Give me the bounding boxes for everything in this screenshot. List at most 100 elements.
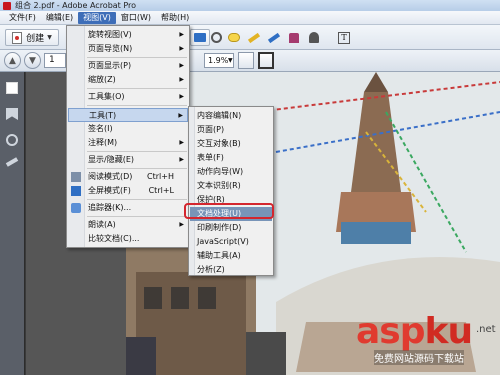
menu-separator: [87, 57, 187, 58]
previous-page-button[interactable]: ▲: [4, 52, 21, 69]
menu-separator: [87, 88, 187, 89]
tools-menu-item[interactable]: 动作向导(W): [190, 165, 272, 179]
comment-button[interactable]: [224, 29, 244, 46]
view-menu-item[interactable]: 注释(M) ▶: [68, 136, 188, 150]
watermark-logo-main: asp: [356, 311, 425, 352]
tools-menu-item[interactable]: 印刷制作(D): [190, 221, 272, 235]
menu-view[interactable]: 视图(V): [78, 11, 116, 24]
tools-menu-item[interactable]: 分析(Z): [190, 263, 272, 277]
menu-item-label: JavaScript(V): [197, 237, 249, 246]
menu-item-label: 工具(T): [89, 111, 117, 120]
view-menu-item[interactable]: 页面导览(N) ▶: [68, 42, 188, 56]
submenu-arrow-icon: ▶: [179, 45, 184, 52]
view-menu-item[interactable]: 旋转视图(V) ▶: [68, 28, 188, 42]
menu-item-label: 注释(M): [88, 138, 118, 147]
user-button[interactable]: [304, 29, 324, 46]
menu-item-label: 追踪器(K)...: [88, 203, 132, 212]
tools-menu-item[interactable]: 文本识别(R): [190, 179, 272, 193]
signatures-icon[interactable]: [5, 157, 19, 167]
menu-separator: [87, 199, 187, 200]
fit-width-button[interactable]: [238, 52, 254, 69]
stamp-button[interactable]: [284, 29, 304, 46]
watermark: aspku .net 免费网站源码下载站: [356, 311, 496, 365]
menu-item-label: 比较文档(C)...: [88, 234, 140, 243]
menu-item-label: 旋转视图(V): [88, 30, 132, 39]
page-number-input[interactable]: 1: [44, 53, 66, 68]
title-bar: 组合 2.pdf - Adobe Acrobat Pro: [0, 0, 500, 11]
menu-separator: [87, 105, 187, 106]
menu-item-label: 表单(F): [197, 153, 224, 162]
view-menu-item[interactable]: 工具集(O) ▶: [68, 90, 188, 104]
submenu-arrow-icon: ▶: [178, 112, 183, 119]
submenu-arrow-icon: ▶: [179, 221, 184, 228]
read-mode-icon: [71, 172, 81, 182]
menu-item-label: 阅读模式(D): [88, 172, 133, 181]
attachments-icon[interactable]: [6, 134, 18, 146]
watermark-logo-ku: ku: [424, 311, 474, 352]
bookmarks-icon[interactable]: [6, 108, 18, 120]
tools-menu-item[interactable]: JavaScript(V): [190, 235, 272, 249]
view-menu-item[interactable]: 比较文档(C)...: [68, 232, 188, 246]
window-title: 组合 2.pdf - Adobe Acrobat Pro: [15, 1, 137, 10]
menu-item-label: 工具集(O): [88, 92, 125, 101]
menu-item-label: 页面导览(N): [88, 44, 133, 53]
menu-item-label: 印刷制作(D): [197, 223, 242, 232]
acrobat-app-icon: [3, 1, 11, 10]
menu-help[interactable]: 帮助(H): [156, 12, 194, 24]
chevron-down-icon: ▼: [47, 34, 52, 41]
watermark-logo: aspku: [356, 311, 474, 352]
text-tool-button[interactable]: T: [334, 29, 354, 46]
zoom-dropdown-icon[interactable]: ▼: [228, 53, 236, 68]
tools-menu-item[interactable]: 表单(F): [190, 151, 272, 165]
highlight-button[interactable]: [244, 29, 264, 46]
submenu-arrow-icon: ▶: [179, 31, 184, 38]
menu-file[interactable]: 文件(F): [4, 12, 41, 24]
view-menu-item-tools[interactable]: 工具(T) ▶: [68, 108, 188, 122]
menu-edit[interactable]: 编辑(E): [41, 12, 78, 24]
page-thumbnails-icon[interactable]: [6, 82, 18, 94]
menu-item-label: 缩放(Z): [88, 75, 116, 84]
menu-item-label: 签名(I): [88, 124, 113, 133]
view-menu-item[interactable]: 追踪器(K)...: [68, 201, 188, 215]
menu-item-label: 分析(Z): [197, 265, 225, 274]
next-page-button[interactable]: ▼: [24, 52, 41, 69]
view-menu-item[interactable]: 缩放(Z) ▶: [68, 73, 188, 87]
create-icon: [12, 31, 23, 44]
tools-menu-item[interactable]: 内容编辑(N): [190, 109, 272, 123]
submenu-arrow-icon: ▶: [179, 139, 184, 146]
menu-item-label: 辅助工具(A): [197, 251, 241, 260]
comment-icon: [228, 33, 240, 42]
view-menu-item[interactable]: 页面显示(P) ▶: [68, 59, 188, 73]
menu-shortcut: Ctrl+H: [147, 172, 174, 181]
sign-button[interactable]: [264, 29, 284, 46]
tools-menu-item[interactable]: 交互对象(B): [190, 137, 272, 151]
stamp-icon: [289, 32, 299, 43]
menu-item-label: 动作向导(W): [197, 167, 244, 176]
menu-item-label: 全屏模式(F): [88, 186, 131, 195]
submenu-arrow-icon: ▶: [179, 76, 184, 83]
view-menu: 旋转视图(V) ▶ 页面导览(N) ▶ 页面显示(P) ▶ 缩放(Z) ▶ 工具集(O)…: [66, 25, 190, 248]
menu-separator: [87, 216, 187, 217]
view-menu-item[interactable]: 全屏模式(F) Ctrl+L: [68, 184, 188, 198]
create-label: 创建: [26, 34, 45, 44]
arrow-up-icon: ▲: [9, 55, 16, 66]
settings-button[interactable]: [206, 29, 226, 46]
menu-item-label: 朗读(A): [88, 220, 116, 229]
fit-page-button[interactable]: [258, 52, 274, 69]
tracker-icon: [71, 203, 81, 213]
tools-menu-item[interactable]: 辅助工具(A): [190, 249, 272, 263]
tools-submenu: 内容编辑(N) 页面(P) 交互对象(B) 表单(F) 动作向导(W) 文本识别…: [188, 106, 274, 276]
view-menu-item[interactable]: 签名(I): [68, 122, 188, 136]
annotation-highlight-box: [184, 203, 274, 219]
menu-window[interactable]: 窗口(W): [116, 12, 156, 24]
tools-menu-item[interactable]: 页面(P): [190, 123, 272, 137]
view-menu-item[interactable]: 阅读模式(D) Ctrl+H: [68, 170, 188, 184]
settings-icon: [210, 32, 222, 43]
watermark-suffix: .net: [476, 324, 496, 335]
menu-item-label: 显示/隐藏(E): [88, 155, 134, 164]
create-button[interactable]: 创建 ▼: [5, 29, 59, 46]
view-menu-item[interactable]: 显示/隐藏(E) ▶: [68, 153, 188, 167]
view-menu-item[interactable]: 朗读(A) ▶: [68, 218, 188, 232]
text-icon: T: [338, 31, 350, 44]
menu-separator: [87, 168, 187, 169]
